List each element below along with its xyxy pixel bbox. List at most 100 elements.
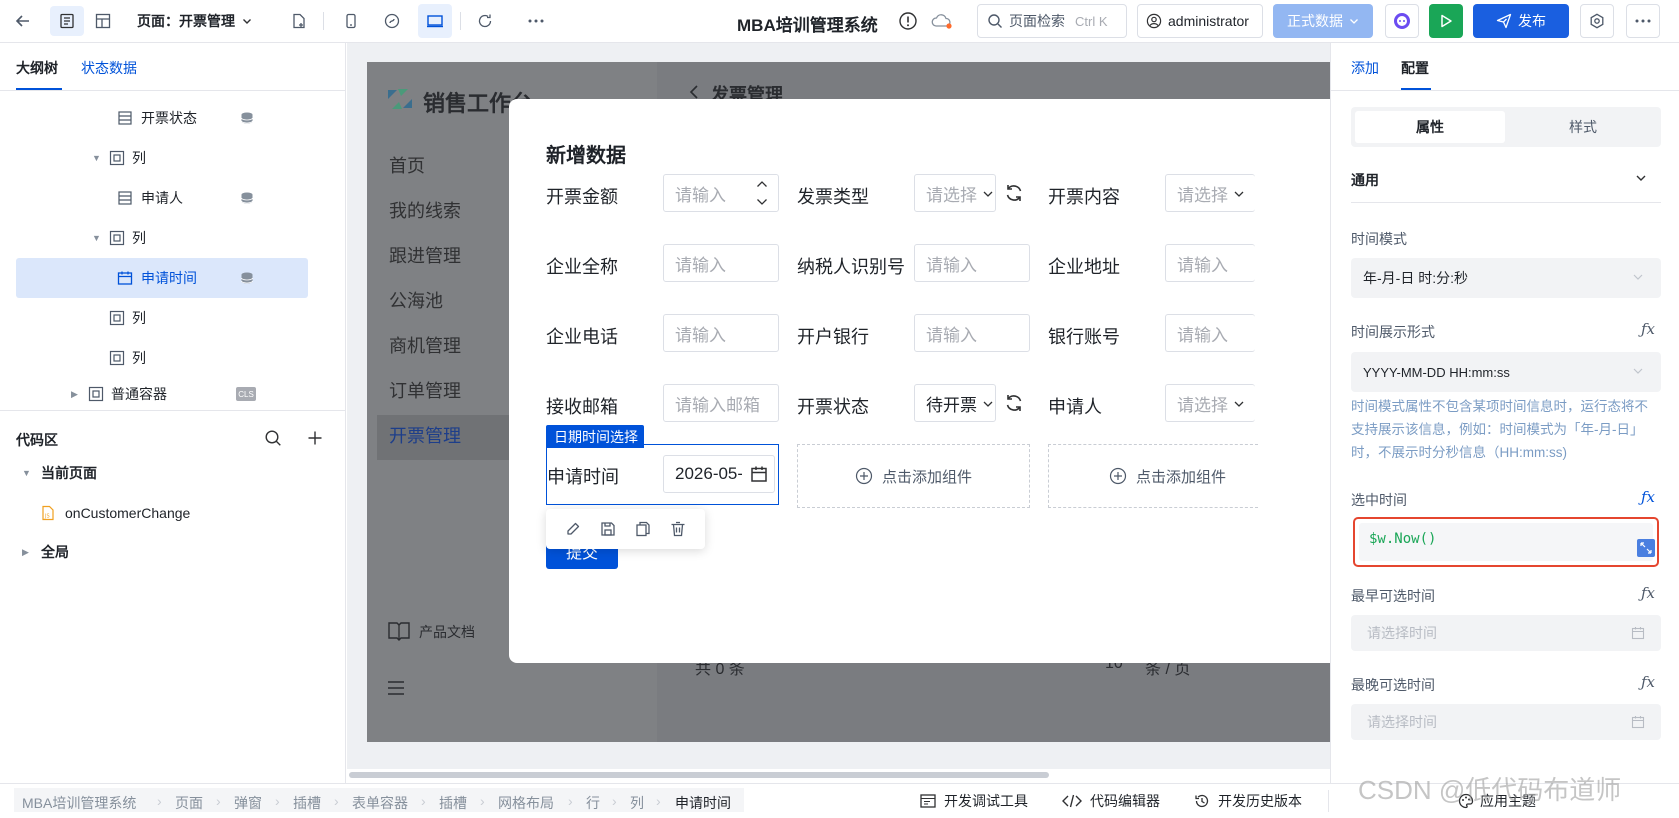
back-arrow-icon[interactable]	[8, 6, 38, 36]
company-input[interactable]: 请输入	[663, 244, 779, 282]
time-mode-select[interactable]: 年-月-日 时:分:秒	[1351, 258, 1661, 298]
search-code-icon[interactable]	[264, 429, 282, 447]
tree-node-column[interactable]: 列	[0, 298, 330, 338]
nav-item-orders[interactable]: 订单管理	[389, 377, 461, 403]
pc-view-icon[interactable]	[418, 4, 452, 38]
breadcrumb-item[interactable]: 插槽	[439, 793, 467, 813]
tab-add[interactable]: 添加	[1351, 58, 1379, 78]
breadcrumb-item[interactable]: 页面	[175, 793, 203, 813]
amount-stepper[interactable]	[747, 175, 777, 211]
nav-item-leads[interactable]: 我的线索	[389, 197, 461, 223]
tree-node-column[interactable]: ▼ 列	[0, 138, 330, 178]
ai-assistant-button[interactable]	[1385, 4, 1419, 38]
tree-node-column[interactable]: ▼ 列	[0, 218, 330, 258]
email-input[interactable]: 请输入邮箱	[663, 384, 779, 422]
tree-node-column[interactable]: 列	[0, 338, 330, 378]
add-component-slot[interactable]: 点击添加组件	[1048, 444, 1258, 508]
tree-node-applicant[interactable]: 申请人	[0, 178, 330, 218]
run-button[interactable]	[1429, 4, 1463, 38]
code-editor-button[interactable]: 代码编辑器	[1062, 791, 1160, 811]
page-switcher[interactable]: 页面：开票管理	[137, 11, 253, 31]
more-menu-button[interactable]	[1626, 4, 1660, 38]
data-env-dropdown[interactable]: 正式数据	[1273, 4, 1373, 38]
breadcrumb-item[interactable]: 弹窗	[234, 793, 262, 813]
tab-outline[interactable]: 大纲树	[16, 58, 58, 78]
collapse-caret-icon[interactable]: ▼	[22, 468, 31, 478]
fx-icon[interactable]: ƒx	[1641, 320, 1655, 338]
breadcrumb-item[interactable]: 表单容器	[352, 793, 408, 813]
breadcrumb-item-current[interactable]: 申请时间	[675, 793, 731, 813]
phone-input[interactable]: 请输入	[663, 314, 779, 352]
fx-icon[interactable]: ƒx	[1641, 584, 1655, 602]
section-general-title[interactable]: 通用	[1351, 170, 1379, 190]
settings-button[interactable]	[1580, 4, 1614, 38]
warning-icon[interactable]	[898, 11, 918, 31]
segment-properties[interactable]: 属性	[1355, 111, 1505, 143]
app-theme-button[interactable]: 应用主题	[1458, 791, 1536, 811]
tree-node-invoice-status[interactable]: 开票状态	[0, 98, 330, 138]
page-search-input[interactable]: 页面检索 Ctrl K	[977, 4, 1127, 38]
code-file-item[interactable]: JS onCustomerChange	[0, 493, 330, 533]
doc-link[interactable]: 产品文档	[419, 622, 475, 642]
tab-config[interactable]: 配置	[1401, 58, 1429, 78]
latest-time-picker[interactable]: 请选择时间	[1351, 704, 1661, 740]
expand-caret-icon[interactable]: ▶	[22, 547, 29, 558]
breadcrumb-item[interactable]: 列	[630, 793, 644, 813]
nav-item-opportunity[interactable]: 商机管理	[389, 332, 461, 358]
tree-node-container[interactable]: ▶ 普通容器 CLS	[0, 378, 330, 410]
tab-state-data[interactable]: 状态数据	[81, 58, 137, 78]
breadcrumb-item[interactable]: 插槽	[293, 793, 321, 813]
breadcrumb-item[interactable]: 网格布局	[498, 793, 554, 813]
collapse-caret-icon[interactable]: ▼	[92, 153, 101, 163]
mobile-view-icon[interactable]	[336, 6, 366, 36]
user-menu[interactable]: administrator	[1137, 4, 1263, 38]
save-icon[interactable]	[600, 521, 616, 537]
nav-item-followup[interactable]: 跟进管理	[389, 242, 461, 268]
canvas-scrollbar-thumb[interactable]	[349, 772, 1049, 778]
refresh-icon[interactable]	[470, 6, 500, 36]
expand-caret-icon[interactable]: ▶	[71, 389, 78, 400]
code-tree-current-page[interactable]: ▼ 当前页面	[0, 453, 330, 493]
miniprogram-view-icon[interactable]	[377, 6, 407, 36]
fx-icon-active[interactable]: ƒx	[1641, 488, 1655, 506]
chevron-down-icon[interactable]	[1635, 172, 1647, 184]
refresh-icon[interactable]	[1004, 393, 1024, 413]
breadcrumb-item[interactable]: MBA培训管理系统	[22, 793, 136, 813]
display-format-select[interactable]: YYYY-MM-DD HH:mm:ss	[1351, 352, 1661, 392]
nav-item-home[interactable]: 首页	[389, 152, 425, 178]
add-code-icon[interactable]	[306, 429, 324, 447]
tree-node-apply-time-selected[interactable]: 申请时间	[16, 258, 308, 298]
dev-tools-button[interactable]: 开发调试工具	[920, 791, 1028, 811]
address-input[interactable]: 请输入	[1165, 244, 1255, 282]
book-icon[interactable]	[387, 620, 411, 642]
expand-editor-icon[interactable]	[1637, 539, 1655, 557]
earliest-time-picker[interactable]: 请选择时间	[1351, 615, 1661, 651]
menu-toggle-icon[interactable]	[387, 680, 405, 696]
breadcrumb-item[interactable]: 行	[586, 793, 600, 813]
segment-style[interactable]: 样式	[1509, 111, 1657, 143]
edit-icon[interactable]	[565, 521, 581, 537]
breadcrumb-separator: ›	[334, 793, 339, 809]
chevron-up-icon[interactable]	[756, 180, 768, 188]
nav-item-pool[interactable]: 公海池	[389, 287, 443, 313]
layout-icon[interactable]	[86, 6, 120, 36]
copy-icon[interactable]	[635, 521, 651, 537]
account-input[interactable]: 请输入	[1165, 314, 1255, 352]
history-button[interactable]: 开发历史版本	[1194, 791, 1302, 811]
taxid-input[interactable]: 请输入	[914, 244, 1030, 282]
page-outline-icon[interactable]	[50, 6, 84, 36]
cloud-status-icon[interactable]	[930, 12, 954, 30]
add-page-icon[interactable]	[284, 6, 314, 36]
refresh-icon[interactable]	[1004, 183, 1024, 203]
collapse-caret-icon[interactable]: ▼	[92, 233, 101, 243]
publish-button[interactable]: 发布	[1473, 4, 1569, 38]
more-icon[interactable]	[521, 6, 551, 36]
chevron-down-icon[interactable]	[756, 198, 768, 206]
fx-icon[interactable]: ƒx	[1641, 673, 1655, 691]
bank-input[interactable]: 请输入	[914, 314, 1030, 352]
add-component-slot[interactable]: 点击添加组件	[797, 444, 1030, 508]
nav-item-invoice[interactable]: 开票管理	[389, 422, 461, 448]
calendar-icon[interactable]	[750, 465, 768, 483]
delete-icon[interactable]	[670, 521, 686, 537]
code-tree-global[interactable]: ▶ 全局	[0, 532, 330, 572]
